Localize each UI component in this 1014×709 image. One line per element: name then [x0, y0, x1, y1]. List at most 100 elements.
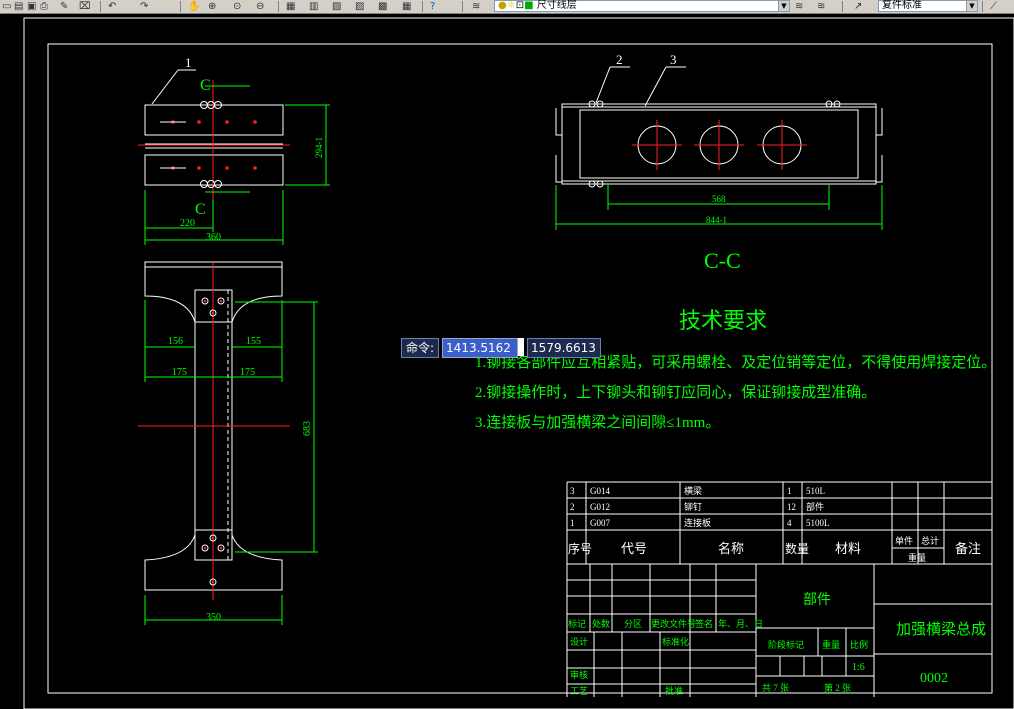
header-code: 代号 — [621, 541, 647, 556]
dim-175-a: 175 — [172, 367, 187, 378]
dim-156: 156 — [168, 336, 183, 347]
tb-design: 设计 — [570, 636, 588, 647]
part-2-qty: 12 — [787, 502, 796, 512]
header-qty: 数量 — [785, 541, 809, 556]
properties-icon[interactable]: ▦ — [286, 1, 295, 12]
sheet-set-icon[interactable]: ▨ — [355, 1, 364, 12]
layer-color-icon: ■ — [524, 0, 534, 11]
redo-icon[interactable]: ↷ — [140, 1, 148, 12]
title-block — [566, 481, 992, 697]
layer-combo-value: 尺寸线层 — [536, 0, 577, 11]
leader-1-label: 1 — [185, 55, 192, 70]
leader-3-label: 3 — [670, 52, 677, 67]
tb-count: 处数 — [592, 618, 610, 629]
dynamic-input-tooltip: 命令: 1413.5162 1579.6613 — [401, 338, 602, 358]
design-center-icon[interactable]: ▥ — [309, 1, 318, 12]
dim-style-combo[interactable]: 复件标准 ▼ — [878, 0, 978, 12]
header-total: 总计 — [921, 535, 939, 546]
toolbar-separator — [422, 1, 423, 12]
parts-header: 序号 代号 名称 数量 材料 单件 总计 重量 备注 — [568, 535, 981, 563]
chevron-down-icon[interactable]: ▼ — [778, 1, 789, 11]
dim-844: 844-1 — [706, 215, 727, 225]
tb-scale-value: 1:6 — [852, 662, 865, 673]
tb-weight: 重量 — [822, 639, 840, 650]
part-1-no: 1 — [570, 518, 575, 528]
part-3-code: G014 — [590, 486, 610, 496]
zoom-realtime-icon[interactable]: ⊕ — [208, 1, 216, 12]
part-1-name: 连接板 — [684, 517, 711, 528]
tb-standard: 标准化 — [662, 636, 689, 647]
tb-drawing-no: 0002 — [920, 671, 948, 686]
layer-manager-icon[interactable]: ≋ — [472, 1, 480, 12]
layer-freeze-icon: ☼ — [506, 0, 516, 11]
tb-sheets: 共 7 张 — [762, 683, 789, 693]
tb-scale: 比例 — [850, 639, 868, 650]
coordinate-x-input[interactable]: 1413.5162 — [442, 338, 519, 358]
dim-360: 360 — [206, 232, 221, 243]
tb-stage: 阶段标记 — [768, 639, 804, 650]
markup-icon[interactable]: ▩ — [378, 1, 387, 12]
make-layer-current-icon[interactable]: ≋ — [795, 1, 803, 12]
right-section-view: 2 3 568 844-1 C-C — [555, 52, 883, 273]
tb-change-doc: 更改文件号 — [651, 618, 696, 629]
dim-style-combo-value: 复件标准 — [882, 0, 922, 11]
dim-220: 220 — [180, 218, 195, 229]
part-1-material: 5100L — [806, 518, 830, 528]
title-block-text: 标记 处数 分区 更改文件号 签名 年、月、日 设计 标准化 审核 工艺 批准 … — [568, 592, 986, 696]
save-file-icon[interactable]: ▣ — [27, 1, 36, 12]
layer-previous-icon[interactable]: ≋ — [817, 1, 825, 12]
part-3-qty: 1 — [787, 486, 792, 496]
tb-zone: 分区 — [624, 619, 642, 629]
cad-toolbar: ▭ ▤ ▣ ⎙ ✎ ⌧ ↶ ↷ ✋ ⊕ ⊙ ⊖ ▦ ▥ ▧ ▨ ▩ ▦ ? ≋ … — [0, 0, 1014, 14]
part-2-material: 部件 — [806, 501, 824, 512]
tb-approve: 批准 — [665, 685, 683, 696]
part-2-code: G012 — [590, 502, 610, 512]
section-c-top: C — [200, 77, 211, 94]
dim-568: 568 — [712, 194, 726, 204]
dim-style-icon[interactable]: ↗ — [854, 1, 862, 12]
toolbar-separator — [462, 1, 463, 12]
zoom-previous-icon[interactable]: ⊖ — [256, 1, 264, 12]
layer-on-icon: ● — [498, 0, 507, 11]
tool-palettes-icon[interactable]: ▧ — [332, 1, 341, 12]
zoom-window-icon[interactable]: ⊙ — [233, 1, 241, 12]
open-file-icon[interactable]: ▤ — [14, 1, 23, 12]
part-1-code: G007 — [590, 518, 610, 528]
tb-drawing-name: 加强横梁总成 — [896, 621, 986, 638]
toolbar-separator — [100, 1, 101, 12]
header-weight: 重量 — [908, 552, 926, 563]
header-unit: 单件 — [895, 535, 913, 546]
header-remark: 备注 — [955, 541, 981, 556]
tb-mark: 标记 — [568, 618, 586, 629]
header-no: 序号 — [568, 541, 592, 556]
header-material: 材料 — [835, 541, 861, 556]
help-icon[interactable]: ? — [430, 1, 435, 12]
tech-line-2: 2.铆接操作时，上下铆头和铆钉应同心，保证铆接成型准确。 — [475, 383, 876, 401]
part-1-qty: 4 — [787, 518, 792, 528]
undo-icon[interactable]: ↶ — [108, 1, 116, 12]
tb-review: 审核 — [570, 669, 588, 680]
layer-combo[interactable]: ●☼⊡■ 尺寸线层 ▼ — [494, 0, 790, 12]
drawing-canvas[interactable]: 1 C C 294-1 220 360 156 155 175 175 683 … — [0, 14, 1014, 709]
part-3-name: 横梁 — [684, 485, 702, 496]
layer-lock-icon: ⊡ — [515, 0, 525, 11]
pan-icon[interactable]: ✋ — [188, 1, 200, 12]
command-label: 命令: — [401, 338, 440, 358]
section-c-bottom: C — [195, 201, 206, 218]
calculator-icon[interactable]: ▦ — [402, 1, 411, 12]
leader-2-label: 2 — [616, 52, 623, 67]
print-icon[interactable]: ⎙ — [40, 1, 48, 12]
toolbar-separator — [180, 1, 181, 12]
new-file-icon[interactable]: ▭ — [2, 1, 11, 12]
chevron-down-icon[interactable]: ▼ — [966, 1, 977, 11]
tb-date: 年、月、日 — [718, 618, 763, 629]
section-label-cc: C-C — [704, 248, 741, 273]
paste-icon[interactable]: ⌧ — [79, 1, 91, 12]
coordinate-y-input[interactable]: 1579.6613 — [527, 338, 602, 358]
match-property-icon[interactable]: ✎ — [60, 1, 68, 12]
toolbar-separator — [842, 1, 843, 12]
dim-height-top: 294-1 — [314, 137, 324, 158]
dim-edit-icon[interactable]: ⟋ — [990, 1, 997, 12]
tech-requirements: 技术要求 1.铆接各部件应互相紧贴，可采用螺栓、及定位销等定位，不得使用焊接定位… — [475, 308, 996, 431]
toolbar-separator — [278, 1, 279, 12]
